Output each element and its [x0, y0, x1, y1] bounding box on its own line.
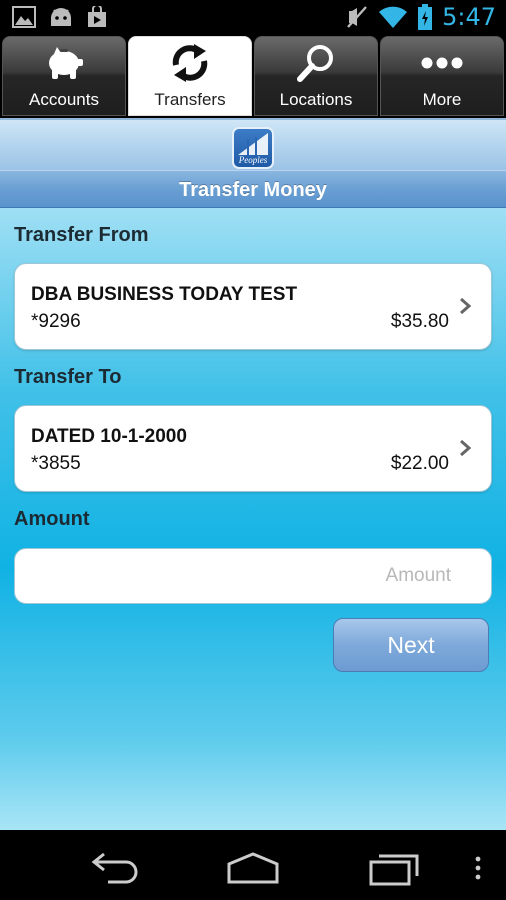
transfer-from-account[interactable]: DBA BUSINESS TODAY TEST *9296 $35.80 — [14, 263, 492, 350]
tab-transfers[interactable]: Transfers — [128, 36, 252, 116]
chevron-right-icon — [460, 297, 471, 315]
tab-label: More — [422, 90, 462, 109]
amount-input[interactable] — [14, 548, 492, 604]
wifi-icon — [379, 6, 408, 28]
piggy-bank-icon — [3, 43, 125, 83]
gallery-icon — [12, 6, 36, 28]
transfer-to-label: Transfer To — [14, 366, 122, 388]
logo-text: Peoples — [238, 155, 268, 165]
tab-more[interactable]: More — [380, 36, 504, 116]
transfer-screen: Peoples Transfer Money Transfer From DBA… — [0, 118, 506, 830]
transfer-to-account[interactable]: DATED 10-1-2000 *3855 $22.00 — [14, 405, 492, 492]
home-icon[interactable] — [223, 850, 283, 886]
play-store-icon — [88, 6, 106, 27]
account-balance: $35.80 — [390, 311, 449, 332]
menu-icon[interactable] — [474, 856, 482, 880]
page-title: Transfer Money — [179, 179, 327, 201]
more-dots-icon — [381, 43, 503, 83]
account-name: DATED 10-1-2000 — [31, 426, 187, 447]
transfer-from-label: Transfer From — [14, 224, 149, 246]
chevron-right-icon — [460, 439, 471, 457]
back-icon[interactable] — [82, 850, 142, 886]
clock: 5:47 — [442, 3, 496, 31]
battery-icon — [418, 4, 433, 30]
android-icon — [51, 8, 71, 26]
logo-bar: Peoples — [0, 118, 506, 170]
bank-logo: Peoples — [232, 127, 274, 169]
tab-accounts[interactable]: Accounts — [2, 36, 126, 116]
tab-locations[interactable]: Locations — [254, 36, 378, 116]
amount-label: Amount — [14, 508, 90, 530]
status-bar: 5:47 — [0, 0, 506, 34]
recent-apps-icon[interactable] — [365, 850, 425, 886]
account-number: *3855 — [31, 453, 81, 474]
tab-label: Accounts — [29, 90, 99, 109]
mute-icon — [347, 6, 367, 28]
nav-bar — [0, 830, 506, 900]
next-button[interactable]: Next — [333, 618, 489, 672]
account-name: DBA BUSINESS TODAY TEST — [31, 284, 298, 305]
account-balance: $22.00 — [390, 453, 449, 474]
magnifier-icon — [255, 43, 377, 83]
account-number: *9296 — [31, 311, 81, 332]
transfer-arrows-icon — [129, 43, 251, 83]
tab-bar: Accounts Transfers Locations More — [0, 34, 506, 118]
tab-label: Locations — [279, 90, 353, 109]
title-bar: Transfer Money — [0, 170, 506, 208]
tab-label: Transfers — [154, 90, 226, 109]
